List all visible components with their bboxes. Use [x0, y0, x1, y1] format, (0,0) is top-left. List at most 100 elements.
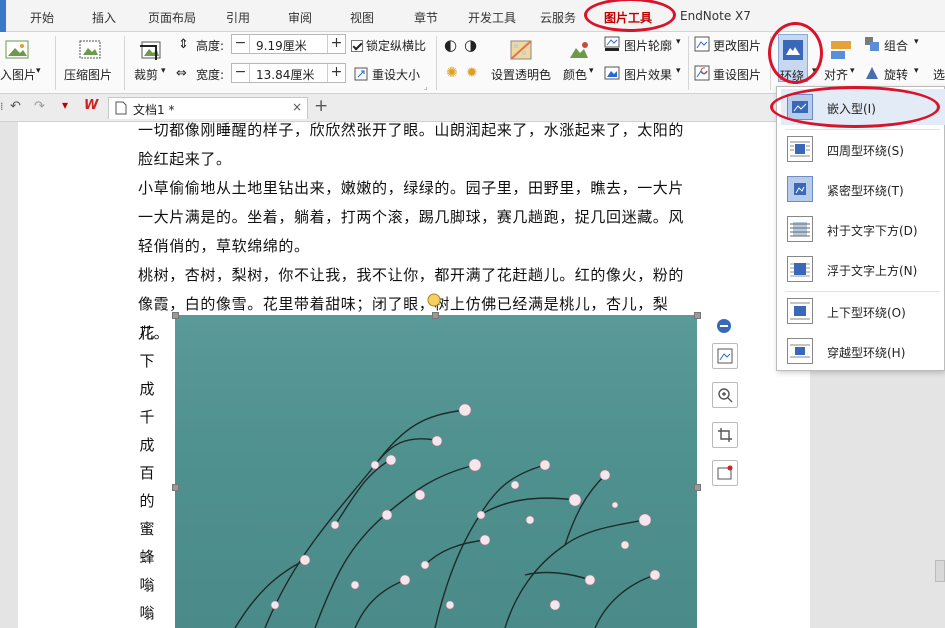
app-menu-edge[interactable]: [0, 0, 6, 32]
document-icon: [115, 101, 127, 115]
menu-item-label: 紧密型环绕(T): [827, 184, 904, 198]
width-stepper[interactable]: − 13.84厘米 +: [231, 63, 346, 83]
height-decrease-button[interactable]: −: [232, 35, 250, 53]
float-zoom-button[interactable]: [712, 382, 738, 408]
picture-outline-dropdown-icon[interactable]: ▾: [676, 37, 681, 47]
tab-chapter[interactable]: 章节: [414, 9, 438, 26]
picture-effects-dropdown-icon[interactable]: ▾: [676, 66, 681, 76]
rotate-button[interactable]: 旋转: [884, 66, 908, 83]
selected-picture[interactable]: [175, 315, 697, 628]
vertical-text-char: 的: [139, 492, 155, 510]
vertical-text-char: 成: [139, 436, 155, 454]
float-crop-button[interactable]: [712, 422, 738, 448]
align-dropdown-icon[interactable]: ▾: [850, 66, 855, 76]
width-decrease-button[interactable]: −: [232, 64, 250, 82]
vertical-text-char: 嗡: [139, 576, 155, 594]
color-button[interactable]: 颜色: [563, 66, 587, 83]
menu-item-label: 上下型环绕(O): [827, 306, 906, 320]
collapse-toolbar-icon[interactable]: [716, 318, 732, 334]
menu-item-through[interactable]: 穿越型环绕(H): [781, 333, 945, 369]
reset-picture-button[interactable]: 重设图片: [713, 66, 761, 83]
width-input[interactable]: 13.84厘米: [256, 66, 314, 83]
ribbon: 入图片 ▾ 压缩图片 裁剪 ▾ ⇕ 高度: − 9.19厘米 + ⇔ 宽度: −…: [0, 32, 945, 94]
vertical-text-char: 花: [139, 324, 155, 342]
menu-item-square[interactable]: 四周型环绕(S): [781, 131, 945, 167]
height-increase-button[interactable]: +: [327, 35, 345, 53]
menu-item-behind[interactable]: 衬于文字下方(D): [781, 211, 945, 247]
menu-divider: [785, 129, 940, 130]
menu-divider: [785, 291, 940, 292]
tab-insert[interactable]: 插入: [92, 9, 116, 26]
paragraph-line: 一切都像刚睡醒的样子，欣欣然张开了眼。山朗润起来了，水涨起来了，太阳的: [138, 121, 685, 139]
float-more-button[interactable]: [712, 460, 738, 486]
undo-icon[interactable]: ↶: [10, 99, 21, 114]
float-wrap-button[interactable]: [712, 343, 738, 369]
select-button[interactable]: 选: [933, 66, 945, 83]
close-icon[interactable]: ×: [292, 100, 302, 114]
lock-ratio-checkbox[interactable]: 锁定纵横比: [351, 37, 426, 54]
wrap-button[interactable]: 环绕: [778, 34, 808, 83]
tab-references[interactable]: 引用: [226, 9, 250, 26]
crop-dropdown-icon[interactable]: ▾: [161, 66, 166, 76]
compress-picture-button[interactable]: 压缩图片: [64, 66, 112, 83]
resize-handle-top-right[interactable]: [694, 312, 701, 319]
resize-handle-right[interactable]: [694, 484, 701, 491]
front-text-icon: [787, 256, 813, 282]
color-dropdown-icon[interactable]: ▾: [589, 66, 594, 76]
height-input[interactable]: 9.19厘米: [256, 37, 307, 54]
crop-button[interactable]: 裁剪: [134, 66, 158, 83]
compress-picture-icon: [79, 40, 101, 59]
align-button[interactable]: 对齐: [824, 66, 848, 83]
insert-picture-dropdown-icon[interactable]: ▾: [36, 66, 41, 76]
tab-endnote[interactable]: EndNote X7: [680, 9, 751, 23]
ribbon-tab-bar: 开始 插入 页面布局 引用 审阅 视图 章节 开发工具 云服务 图片工具 End…: [0, 0, 945, 32]
brightness-increase-icon[interactable]: ✺: [446, 65, 458, 81]
customize-quick-access-icon[interactable]: ▾: [62, 98, 68, 112]
menu-item-label: 穿越型环绕(H): [827, 346, 906, 360]
group-dropdown-icon[interactable]: ▾: [914, 37, 919, 47]
tab-view[interactable]: 视图: [350, 9, 374, 26]
menu-item-tight[interactable]: 紧密型环绕(T): [781, 171, 945, 207]
ribbon-separator: [770, 36, 771, 90]
picture-outline-button[interactable]: 图片轮廓: [624, 37, 672, 54]
reset-size-icon: [354, 67, 368, 81]
contrast-increase-icon[interactable]: ◐: [444, 36, 457, 54]
scrollbar-thumb[interactable]: [935, 560, 945, 582]
tab-picture-tools[interactable]: 图片工具: [604, 9, 652, 26]
change-picture-button[interactable]: 更改图片: [713, 37, 761, 54]
wrap-dropdown-icon[interactable]: ▾: [812, 66, 817, 76]
reset-picture-icon: [694, 65, 710, 81]
rotate-dropdown-icon[interactable]: ▾: [914, 66, 919, 76]
crop-icon: [140, 41, 161, 60]
height-stepper[interactable]: − 9.19厘米 +: [231, 34, 346, 54]
new-tab-icon[interactable]: +: [314, 96, 328, 116]
tab-cloud[interactable]: 云服务: [540, 9, 576, 26]
insert-picture-button[interactable]: 入图片: [0, 66, 36, 83]
quick-access-sep-icon: ⁞: [0, 100, 4, 113]
size-dialog-launcher-icon[interactable]: ⌟: [424, 82, 428, 91]
brightness-decrease-icon[interactable]: ✹: [466, 65, 478, 81]
menu-item-top-bottom[interactable]: 上下型环绕(O): [781, 293, 945, 329]
resize-handle-top-left[interactable]: [172, 312, 179, 319]
square-wrap-icon: [787, 136, 813, 162]
menu-item-inline[interactable]: 嵌入型(I): [781, 89, 945, 125]
width-increase-button[interactable]: +: [327, 64, 345, 82]
tab-page-layout[interactable]: 页面布局: [148, 9, 196, 26]
tab-review[interactable]: 审阅: [288, 9, 312, 26]
reset-size-button[interactable]: 重设大小: [372, 66, 420, 83]
paragraph-line: 小草偷偷地从土地里钻出来，嫩嫩的，绿绿的。园子里，田野里，瞧去，一大片: [138, 179, 685, 197]
vertical-text-char: 蜜: [139, 520, 155, 538]
rotate-handle-icon[interactable]: [426, 292, 442, 308]
group-button[interactable]: 组合: [884, 37, 908, 54]
redo-icon[interactable]: ↷: [34, 99, 45, 114]
menu-item-label: 四周型环绕(S): [827, 144, 904, 158]
tab-developer[interactable]: 开发工具: [468, 9, 516, 26]
tab-home[interactable]: 开始: [30, 9, 54, 26]
picture-effects-button[interactable]: 图片效果: [624, 66, 672, 83]
contrast-decrease-icon[interactable]: ◑: [464, 36, 477, 54]
resize-handle-top[interactable]: [432, 312, 439, 319]
resize-handle-left[interactable]: [172, 484, 179, 491]
set-transparent-button[interactable]: 设置透明色: [491, 66, 551, 83]
width-icon: ⇔: [176, 66, 187, 81]
menu-item-front[interactable]: 浮于文字上方(N): [781, 251, 945, 287]
